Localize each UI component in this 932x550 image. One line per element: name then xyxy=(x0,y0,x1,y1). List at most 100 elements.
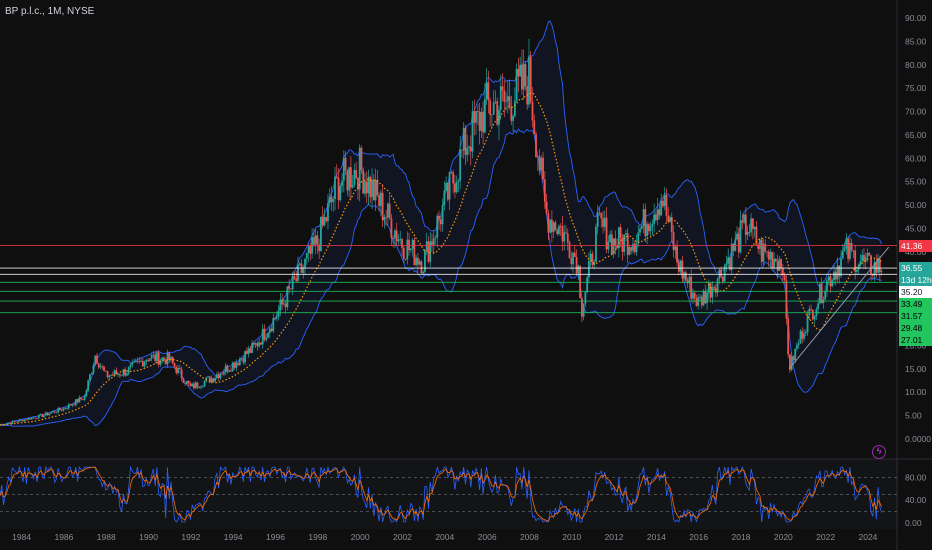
candle-body xyxy=(845,238,848,249)
candle-body xyxy=(166,353,169,365)
candle-body xyxy=(344,157,347,171)
candle-body xyxy=(355,170,358,178)
y-tick-label: 50.00 xyxy=(905,200,927,210)
candle-body xyxy=(50,412,53,414)
candle-body xyxy=(372,179,375,201)
price-tag: 33.49 xyxy=(899,298,932,311)
y-tick-label: 75.00 xyxy=(905,83,927,93)
candle-body xyxy=(25,419,28,421)
candle-body xyxy=(309,246,312,254)
x-tick-label: 2006 xyxy=(478,532,497,542)
candle-body xyxy=(655,214,657,220)
candle-body xyxy=(67,404,70,409)
candle-body xyxy=(513,101,516,117)
candle-body xyxy=(649,226,652,232)
candle-body xyxy=(602,218,604,227)
candle-body xyxy=(288,286,291,289)
candle-body xyxy=(55,412,58,414)
candle-body xyxy=(286,286,289,308)
y-tick-label: 70.00 xyxy=(905,107,927,117)
y-tick-label: 90.00 xyxy=(905,13,927,23)
candle-body xyxy=(817,303,820,310)
candle-body xyxy=(831,280,834,287)
y-tick-label: 45.00 xyxy=(905,224,927,234)
candle-body xyxy=(505,101,507,102)
candle-body xyxy=(522,64,525,90)
candle-body xyxy=(51,411,54,413)
candle-body xyxy=(852,250,855,252)
candle-body xyxy=(693,292,696,299)
candle-body xyxy=(790,356,793,370)
x-tick-label: 1986 xyxy=(54,532,73,542)
candle-body xyxy=(589,253,592,261)
candle-body xyxy=(81,399,84,400)
candle-body xyxy=(556,230,559,234)
candle-body xyxy=(454,183,456,193)
candle-body xyxy=(134,361,137,362)
candle-body xyxy=(818,283,821,304)
candle-body xyxy=(307,246,310,254)
candle-body xyxy=(829,276,832,287)
candle-body xyxy=(603,217,606,227)
candle-body xyxy=(41,414,44,418)
candle-body xyxy=(547,213,550,233)
lightning-bolt-icon[interactable]: ϟ xyxy=(872,445,886,459)
candle-body xyxy=(200,386,202,388)
candle-body xyxy=(133,361,135,363)
candle-body xyxy=(62,408,65,411)
candle-body xyxy=(96,355,98,364)
candle-body xyxy=(87,380,90,391)
candle-body xyxy=(44,412,47,416)
candle-body xyxy=(189,383,192,387)
price-tag: 31.57 xyxy=(899,310,932,323)
candle-body xyxy=(97,363,100,368)
candle-body xyxy=(127,367,130,374)
candle-body xyxy=(614,238,617,247)
candle-body xyxy=(177,367,179,374)
candle-body xyxy=(163,357,165,360)
candle-body xyxy=(476,111,479,112)
candle-body xyxy=(104,370,107,372)
candle-body xyxy=(764,243,767,252)
x-tick-label: 2024 xyxy=(858,532,877,542)
candle-body xyxy=(746,231,749,236)
candle-body xyxy=(640,226,643,229)
candle-body xyxy=(586,277,589,293)
candle-body xyxy=(230,370,232,372)
candle-body xyxy=(434,237,437,239)
candle-body xyxy=(321,216,324,226)
candle-body xyxy=(639,228,641,233)
candle-body xyxy=(152,354,155,356)
candle-body xyxy=(78,397,81,403)
candle-body xyxy=(632,243,634,251)
candle-body xyxy=(432,238,435,245)
candle-body xyxy=(679,260,682,272)
candle-body xyxy=(441,205,444,225)
x-tick-label: 2000 xyxy=(351,532,370,542)
candle-body xyxy=(820,283,823,304)
candle-body xyxy=(462,127,465,151)
candle-body xyxy=(184,382,187,384)
candle-body xyxy=(341,180,343,186)
candle-body xyxy=(254,343,257,345)
candle-body xyxy=(676,246,678,263)
candle-body xyxy=(774,258,777,262)
candle-body xyxy=(797,343,800,345)
chart-svg[interactable]: 90.00 85.00 80.00 75.00 70.00 65.00 60.00 55.00… xyxy=(0,0,932,550)
candle-body xyxy=(242,358,245,363)
candle-body xyxy=(406,239,409,260)
candle-body xyxy=(517,69,520,77)
candle-body xyxy=(198,387,201,389)
candle-body xyxy=(568,242,571,259)
y-tick-label: 85.00 xyxy=(905,36,927,46)
candle-body xyxy=(418,261,421,265)
candle-body xyxy=(778,259,781,271)
candle-body xyxy=(751,218,754,229)
candle-body xyxy=(22,419,24,422)
candle-body xyxy=(753,226,756,229)
candle-body xyxy=(706,292,708,304)
candle-body xyxy=(291,276,294,290)
candle-body xyxy=(570,258,573,265)
candle-body xyxy=(803,333,805,339)
candle-body xyxy=(416,257,419,265)
